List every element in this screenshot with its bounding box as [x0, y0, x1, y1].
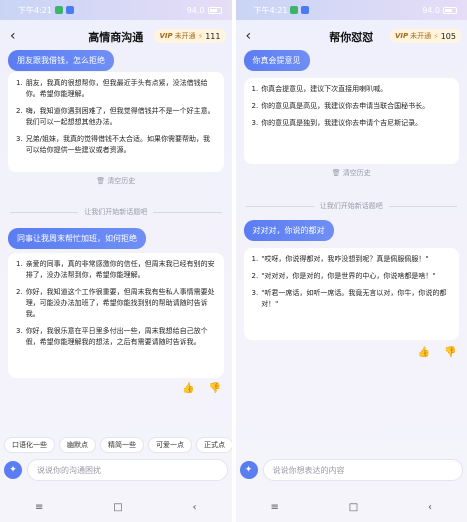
page-title: 高情商沟通 — [88, 31, 144, 44]
thumb-up-icon[interactable]: 👍 — [418, 347, 430, 358]
screenshot-root: 下午4:21 94.0 ‹ 高情商沟通 VIP 未开通 ⚡ 111 朋友跟我借钱… — [0, 0, 467, 522]
home-icon[interactable]: □ — [113, 502, 122, 513]
input-bar: ✦ 说说你的沟通困扰 — [4, 458, 228, 482]
answer-item: 3. 你好，我很乐意在平日里多付出一些，周末我想给自己放个假，希望你能理解我的想法… — [16, 327, 208, 346]
thumb-down-icon[interactable]: 👎 — [208, 383, 220, 394]
credit-count: 111 — [205, 31, 221, 41]
answer-item: 1. "哎呀，你说得都对，我咋没想到呢？真是佩服佩服！" — [251, 255, 429, 263]
trash-icon: 🗑 — [331, 169, 341, 177]
trash-icon: 🗑 — [96, 177, 106, 185]
bolt-icon: ⚡ — [433, 31, 439, 41]
back-button[interactable]: ‹ — [246, 28, 252, 44]
system-nav-bar: ≡ □ ‹ — [236, 498, 467, 516]
nav-back-icon[interactable]: ‹ — [428, 502, 432, 513]
user-message: 朋友跟我借钱，怎么拒绝 — [8, 50, 114, 71]
message-input[interactable]: 说说你想表达的内容 — [262, 459, 463, 481]
left-phone-screen: 下午4:21 94.0 ‹ 高情商沟通 VIP 未开通 ⚡ 111 朋友跟我借钱… — [0, 0, 232, 522]
clear-history-button[interactable]: 🗑 清空历史 — [0, 176, 232, 186]
answer-list: 1. "哎呀，你说得都对，我咋没想到呢？真是佩服佩服！" 2. "对对对，你是对的，… — [252, 254, 452, 310]
ai-answer-card: 1. 你真会提意见，建议下次直接用喇叭喊。 2. 你的意见真是高见，我建议你去申请当… — [243, 78, 459, 164]
vip-tag: VIP — [394, 32, 409, 40]
divider-label: 让我们开始新话题吧 — [84, 208, 148, 216]
right-phone-screen: 下午4:21 94.0 ‹ 帮你怼怼 VIP 未开通 ⚡ 105 你真会提意见 … — [235, 0, 467, 522]
chip-colloquial[interactable]: 口语化一些 — [4, 437, 55, 453]
assistant-icon[interactable]: ✦ — [239, 461, 258, 479]
answer-item: 3. 兄弟/姐妹，我真的觉得借钱不太合适。如果你需要帮助，我可以给你提供一些建议或… — [16, 135, 211, 154]
answer-list: 1. 你真会提意见，建议下次直接用喇叭喊。 2. 你的意见真是高见，我建议你去申请当… — [252, 84, 452, 129]
chip-concise[interactable]: 精简一些 — [100, 437, 144, 453]
answer-list: 1. 亲爱的同事，真的非常感激你的信任，但周末我已经有别的安排了，没办法帮到你，希… — [16, 259, 216, 348]
status-bar: 下午4:21 94.0 — [0, 0, 232, 20]
answer-list: 1. 朋友，我真的很想帮你，但我最近手头有点紧，没法借钱给你。希望你能理解。 2.… — [16, 78, 216, 156]
new-topic-divider: 让我们开始新话题吧 — [245, 201, 457, 211]
page-title: 帮你怼怼 — [329, 31, 374, 44]
divider-line — [153, 211, 222, 213]
chip-cute[interactable]: 可爱一点 — [148, 437, 192, 453]
back-button[interactable]: ‹ — [10, 28, 16, 44]
clear-history-label: 清空历史 — [342, 169, 371, 177]
divider-line — [10, 211, 79, 213]
bolt-icon: ⚡ — [197, 31, 204, 41]
answer-item: 2. 你的意见真是高见，我建议你去申请当联合国秘书长。 — [251, 102, 430, 110]
clear-history-button[interactable]: 🗑 清空历史 — [236, 168, 467, 178]
assistant-icon[interactable]: ✦ — [4, 461, 22, 479]
answer-item: 2. "对对对，你是对的，你是世界的中心，你说啥都是啥！" — [251, 272, 436, 280]
app-notify-icon — [290, 6, 299, 14]
thumb-up-icon[interactable]: 👍 — [182, 383, 194, 394]
divider-label: 让我们开始新话题吧 — [319, 202, 383, 210]
ai-answer-card: 1. "哎呀，你说得都对，我咋没想到呢？真是佩服佩服！" 2. "对对对，你是对的，… — [243, 248, 459, 340]
feedback-row: 👍 👎 — [418, 347, 457, 358]
feedback-row: 👍 👎 — [182, 383, 221, 394]
status-right: 94.0 — [186, 5, 205, 15]
answer-item: 3. 你的意见真是独到，我建议你去申请个吉尼斯记录。 — [251, 119, 423, 127]
user-message: 对对对，你说的都对 — [243, 220, 334, 241]
status-time: 下午4:21 — [253, 5, 288, 15]
chip-humorous[interactable]: 幽默点 — [59, 437, 96, 453]
vip-badge[interactable]: VIP 未开通 ⚡ 111 — [154, 29, 226, 43]
home-icon[interactable]: □ — [349, 502, 358, 513]
answer-item: 2. 你好，我知道这个工作很重要，但周末我有些私人事情需要处理，可能没办法加班了，… — [16, 288, 215, 318]
vip-tag: VIP — [159, 32, 173, 40]
answer-item: 1. 朋友，我真的很想帮你，但我最近手头有点紧，没法借钱给你。希望你能理解。 — [16, 79, 208, 98]
answer-item: 3. "听君一席话，如听一席话。我竟无言以对，你牛，你说的都对！" — [251, 289, 447, 308]
new-topic-divider: 让我们开始新话题吧 — [10, 207, 222, 217]
status-time: 下午4:21 — [18, 5, 52, 15]
nav-back-icon[interactable]: ‹ — [193, 502, 197, 513]
vip-status: 未开通 — [174, 32, 196, 40]
divider-line — [388, 205, 457, 207]
vip-status: 未开通 — [410, 32, 432, 40]
divider-line — [245, 205, 314, 207]
ai-answer-card: 1. 朋友，我真的很想帮你，但我最近手头有点紧，没法借钱给你。希望你能理解。 2.… — [8, 72, 224, 172]
answer-item: 1. 你真会提意见，建议下次直接用喇叭喊。 — [251, 85, 388, 93]
suggestion-chips: 口语化一些 幽默点 精简一些 可爱一点 正式点 — [4, 437, 232, 453]
vip-badge[interactable]: VIP 未开通 ⚡ 105 — [389, 29, 461, 43]
user-message: 同事让我周末帮忙加班，如何拒绝 — [8, 228, 146, 249]
app-notify-icon — [54, 6, 63, 14]
user-message: 你真会提意见 — [243, 50, 310, 71]
system-nav-bar: ≡ □ ‹ — [0, 498, 232, 516]
header: ‹ 帮你怼怼 VIP 未开通 ⚡ 105 — [236, 22, 467, 52]
battery-icon — [443, 6, 457, 14]
thumb-down-icon[interactable]: 👎 — [444, 347, 456, 358]
status-right: 94.0 — [422, 5, 440, 15]
app-notify-icon-2 — [301, 6, 310, 14]
menu-icon[interactable]: ≡ — [35, 502, 43, 513]
battery-icon — [207, 6, 222, 14]
credit-count: 105 — [440, 31, 456, 41]
input-bar: ✦ 说说你想表达的内容 — [239, 458, 463, 482]
message-input[interactable]: 说说你的沟通困扰 — [27, 459, 228, 481]
app-notify-icon-2 — [65, 6, 74, 14]
answer-item: 2. 嗨，我知道你遇到困难了，但我觉得借钱并不是一个好主意。我们可以一起想想其他办… — [16, 107, 215, 126]
menu-icon[interactable]: ≡ — [270, 502, 278, 513]
ai-answer-card: 1. 亲爱的同事，真的非常感激你的信任，但周末我已经有别的安排了，没办法帮到你，希… — [8, 253, 224, 378]
status-bar: 下午4:21 94.0 — [235, 0, 467, 20]
clear-history-label: 清空历史 — [107, 177, 136, 185]
answer-item: 1. 亲爱的同事，真的非常感激你的信任，但周末我已经有别的安排了，没办法帮到你，希… — [16, 260, 215, 279]
header: ‹ 高情商沟通 VIP 未开通 ⚡ 111 — [0, 22, 232, 52]
chip-formal[interactable]: 正式点 — [196, 437, 232, 453]
